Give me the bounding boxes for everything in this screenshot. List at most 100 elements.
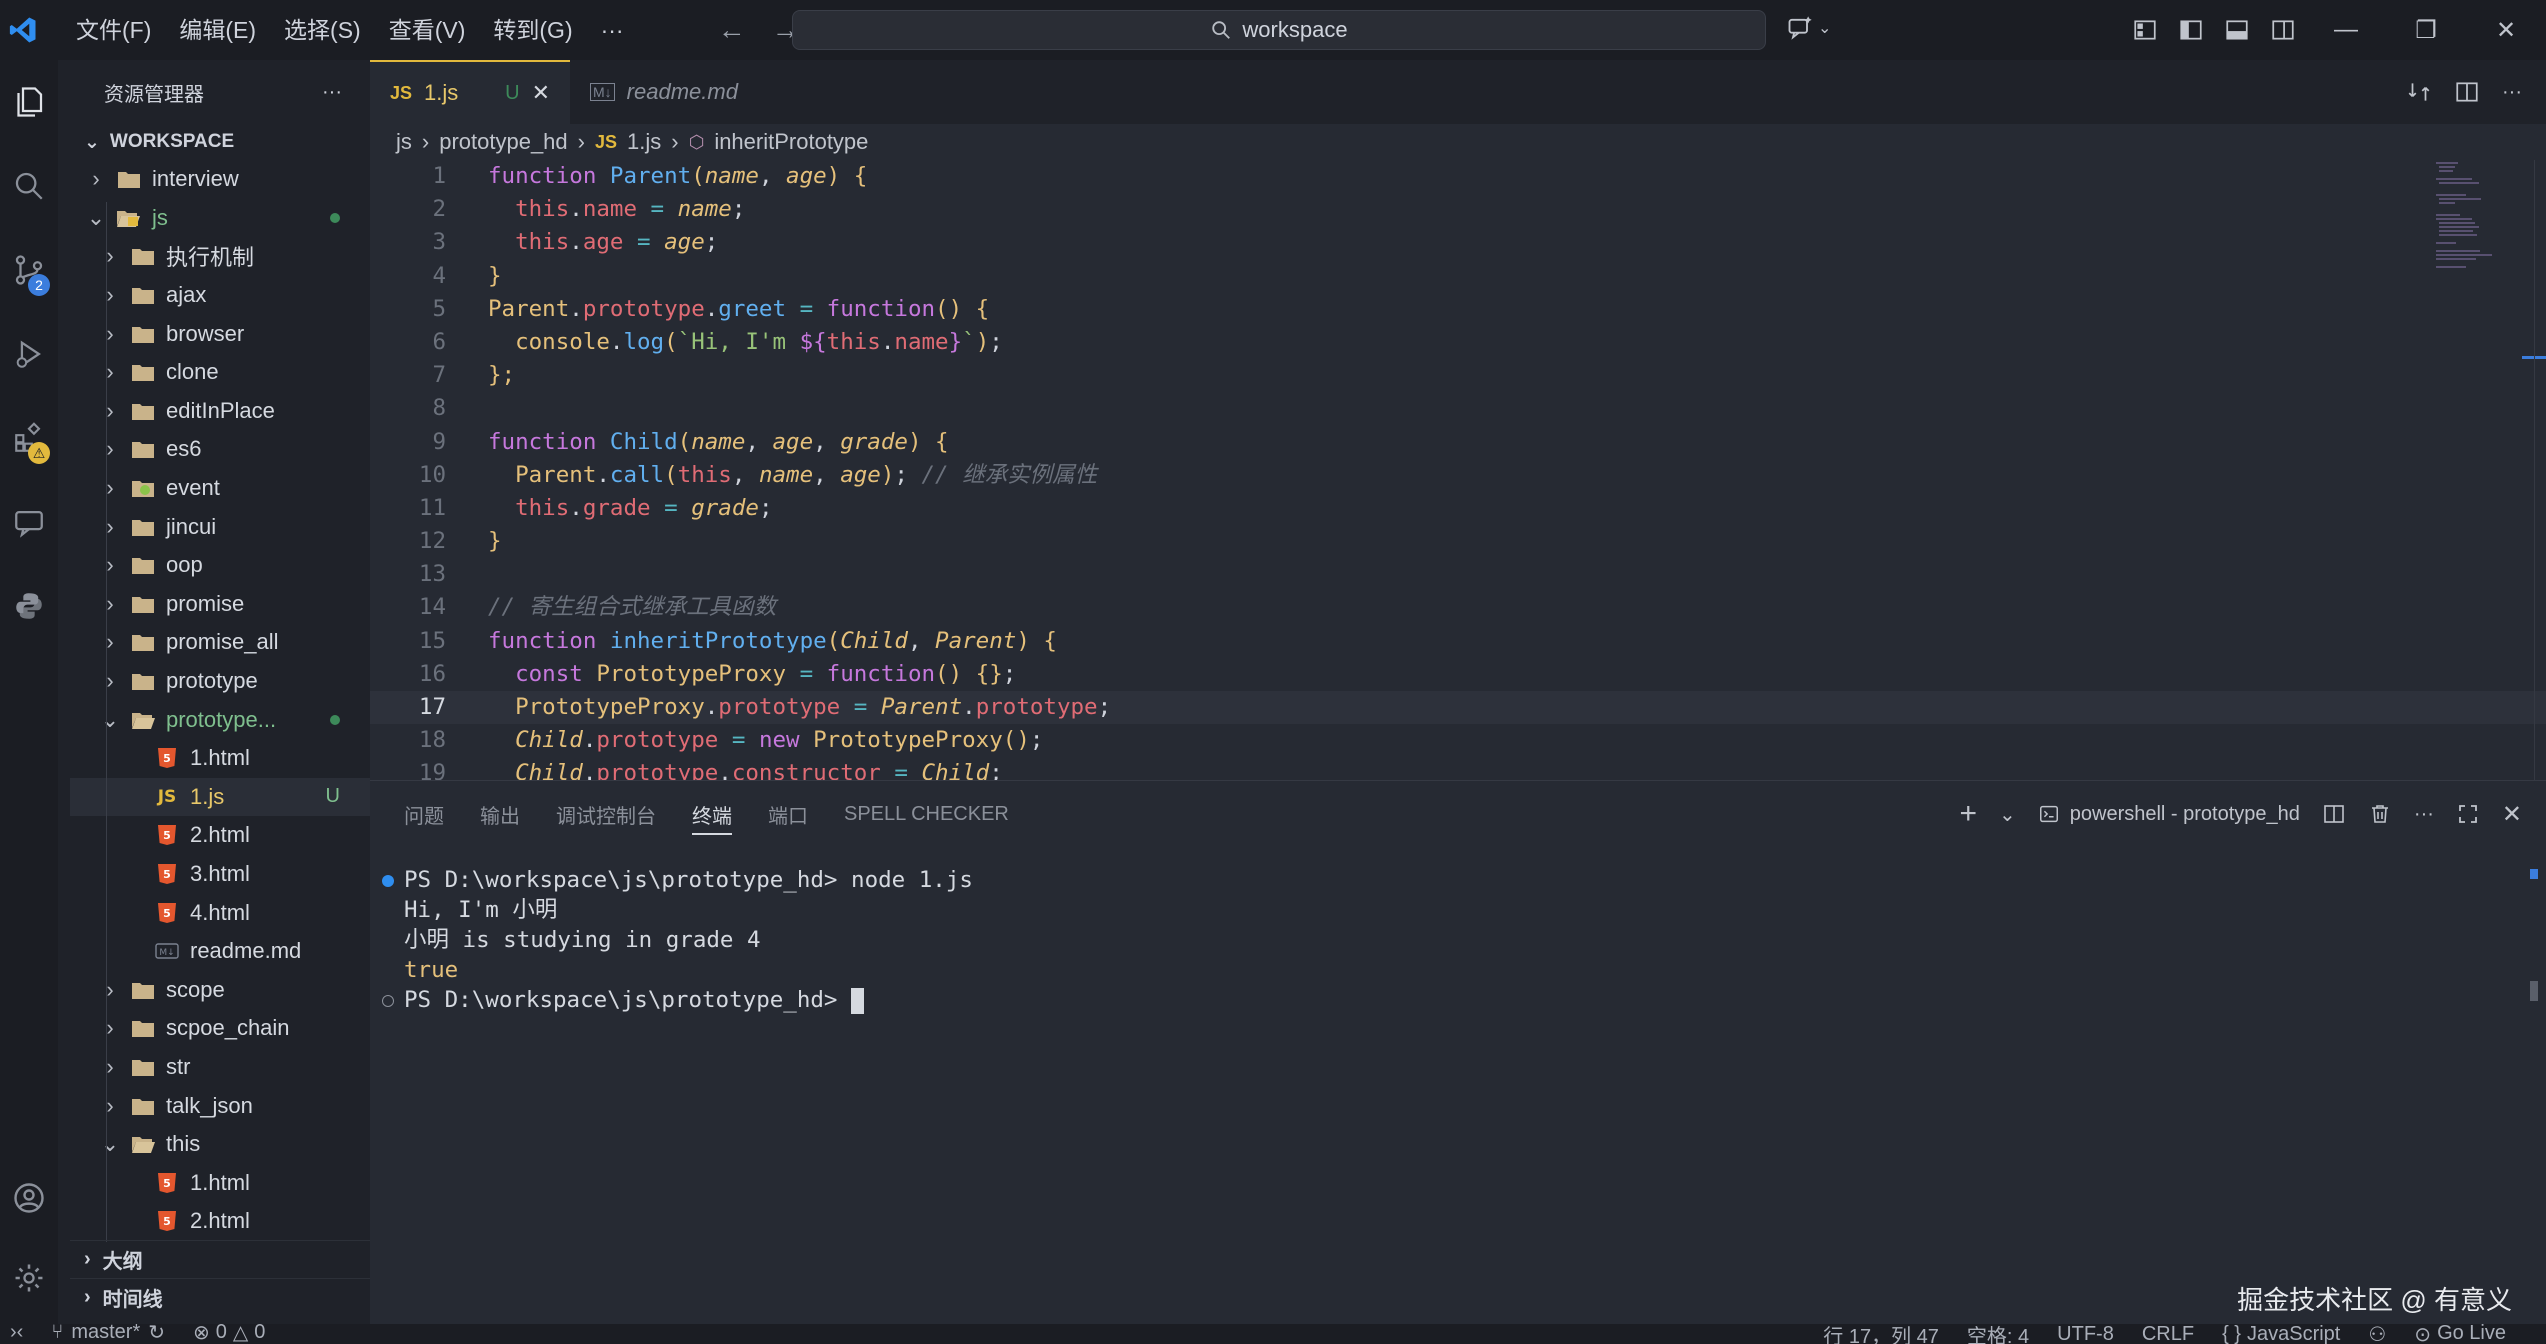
more-actions-icon[interactable]: ··· bbox=[2502, 81, 2522, 104]
indentation[interactable]: 空格: 4 bbox=[1967, 1324, 2029, 1344]
tree-item[interactable]: › prototype bbox=[70, 662, 370, 701]
line-ending[interactable]: CRLF bbox=[2142, 1324, 2194, 1344]
more-actions-icon[interactable]: ··· bbox=[2414, 803, 2434, 826]
source-control-icon[interactable]: 2 bbox=[0, 228, 58, 312]
breadcrumb-item[interactable]: prototype_hd bbox=[439, 129, 567, 155]
menu-item[interactable]: 编辑(E) bbox=[165, 0, 270, 60]
tree-item[interactable]: › ajax bbox=[70, 276, 370, 315]
extensions-icon[interactable]: ⚠ bbox=[0, 396, 58, 480]
toggle-secondary-sidebar-icon[interactable] bbox=[2260, 0, 2306, 60]
tree-item[interactable]: 5 1.html bbox=[70, 739, 370, 778]
status-bar: ›‹ ⑂ master* ↻ ⊗ 0 △ 0 行 17，列 47 空格: 4 U… bbox=[0, 1324, 2546, 1344]
command-center-search[interactable]: workspace bbox=[792, 10, 1766, 50]
tab-readme-md[interactable]: M↓ readme.md bbox=[570, 60, 770, 124]
close-icon[interactable]: ✕ bbox=[532, 80, 550, 106]
tree-item[interactable]: 5 2.html bbox=[70, 816, 370, 855]
accounts-icon[interactable] bbox=[0, 1156, 58, 1240]
language-mode[interactable]: { } JavaScript bbox=[2222, 1324, 2340, 1344]
copilot-chat-button[interactable]: ⌄ bbox=[1786, 14, 1831, 42]
terminal-selector[interactable]: powershell - prototype_hd bbox=[2038, 803, 2300, 826]
tree-item[interactable]: › editInPlace bbox=[70, 392, 370, 431]
run-debug-icon[interactable] bbox=[0, 312, 58, 396]
menu-item[interactable]: 选择(S) bbox=[270, 0, 375, 60]
tree-item[interactable]: › promise_all bbox=[70, 623, 370, 662]
new-terminal-icon[interactable]: + bbox=[1959, 797, 1977, 831]
minimize-icon[interactable]: — bbox=[2306, 0, 2386, 60]
menu-item[interactable]: ··· bbox=[587, 0, 638, 60]
tree-item[interactable]: › str bbox=[70, 1048, 370, 1087]
toggle-panel-icon[interactable] bbox=[2214, 0, 2260, 60]
chevron-right-icon: › bbox=[106, 397, 114, 423]
branch-indicator[interactable]: ⑂ master* ↻ bbox=[51, 1324, 165, 1344]
toggle-sidebar-icon[interactable] bbox=[2168, 0, 2214, 60]
breadcrumb-item[interactable]: 1.js bbox=[627, 129, 661, 155]
problems-indicator[interactable]: ⊗ 0 △ 0 bbox=[193, 1324, 265, 1344]
settings-gear-icon[interactable] bbox=[0, 1236, 58, 1320]
remote-icon[interactable]: ›‹ bbox=[10, 1324, 23, 1344]
tree-item[interactable]: ⌄ this bbox=[70, 1125, 370, 1164]
tree-item[interactable]: › clone bbox=[70, 353, 370, 392]
terminal-output[interactable]: PS D:\workspace\js\prototype_hd> node 1.… bbox=[370, 865, 2520, 1015]
timeline-section[interactable]: › 时间线 bbox=[70, 1278, 370, 1316]
encoding[interactable]: UTF-8 bbox=[2057, 1324, 2114, 1344]
split-editor-icon[interactable] bbox=[2454, 79, 2480, 105]
tree-item[interactable]: 5 2.html bbox=[70, 1202, 370, 1241]
chevron-down-icon[interactable]: ⌄ bbox=[1999, 802, 2016, 827]
tree-item[interactable]: 5 4.html bbox=[70, 893, 370, 932]
tree-item[interactable]: › jincui bbox=[70, 507, 370, 546]
customize-layout-icon[interactable] bbox=[2122, 0, 2168, 60]
menu-item[interactable]: 查看(V) bbox=[375, 0, 480, 60]
trash-icon[interactable] bbox=[2368, 802, 2392, 826]
compare-changes-icon[interactable] bbox=[2406, 79, 2432, 105]
terminal-scrollbar-thumb[interactable] bbox=[2530, 981, 2538, 1001]
minimap[interactable] bbox=[2434, 160, 2498, 280]
more-actions-icon[interactable]: ··· bbox=[322, 81, 342, 104]
tree-item[interactable]: › browser bbox=[70, 314, 370, 353]
workspace-header[interactable]: ⌄ WORKSPACE bbox=[70, 124, 370, 160]
outline-section[interactable]: › 大纲 bbox=[70, 1240, 370, 1278]
python-icon[interactable] bbox=[0, 564, 58, 648]
tree-item[interactable]: › event bbox=[70, 469, 370, 508]
back-arrow-icon[interactable]: ← bbox=[718, 14, 746, 46]
close-panel-icon[interactable]: ✕ bbox=[2502, 800, 2522, 829]
tree-item[interactable]: › oop bbox=[70, 546, 370, 585]
tree-item[interactable]: M↓ readme.md bbox=[70, 932, 370, 971]
panel-tab[interactable]: 问题 bbox=[404, 781, 444, 847]
code-editor[interactable]: 1 function Parent(name, age) {2 this.name… bbox=[370, 160, 2546, 780]
copilot-icon[interactable]: ⚇ bbox=[2368, 1324, 2386, 1344]
maximize-panel-icon[interactable] bbox=[2456, 802, 2480, 826]
tree-item[interactable]: › promise bbox=[70, 585, 370, 624]
explorer-icon[interactable] bbox=[0, 60, 58, 144]
git-status: U bbox=[325, 785, 340, 808]
tab-1-js[interactable]: JS 1.js U ✕ bbox=[370, 60, 570, 124]
split-terminal-icon[interactable] bbox=[2322, 802, 2346, 826]
breadcrumb-item[interactable]: js bbox=[396, 129, 412, 155]
search-icon[interactable] bbox=[0, 144, 58, 228]
panel-tab[interactable]: SPELL CHECKER bbox=[844, 781, 1009, 847]
breadcrumb-item[interactable]: inheritPrototype bbox=[714, 129, 868, 155]
panel-tab[interactable]: 输出 bbox=[480, 781, 520, 847]
tree-item[interactable]: › es6 bbox=[70, 430, 370, 469]
cursor-position[interactable]: 行 17，列 47 bbox=[1823, 1324, 1939, 1344]
tree-item[interactable]: › talk_json bbox=[70, 1086, 370, 1125]
remote-chat-icon[interactable] bbox=[0, 480, 58, 564]
close-window-icon[interactable]: ✕ bbox=[2466, 0, 2546, 60]
tree-item[interactable]: 5 1.html bbox=[70, 1163, 370, 1202]
tree-item[interactable]: 5 3.html bbox=[70, 855, 370, 894]
go-live-button[interactable]: ⊙ Go Live bbox=[2414, 1324, 2506, 1344]
tree-item[interactable]: ⌄ js bbox=[70, 199, 370, 238]
tree-item[interactable]: ⌄ prototype... bbox=[70, 700, 370, 739]
tree-item[interactable]: JS 1.js U bbox=[70, 777, 370, 817]
panel-tab[interactable]: 调试控制台 bbox=[556, 781, 656, 847]
restore-icon[interactable]: ❐ bbox=[2386, 0, 2466, 60]
tree-item-label: es6 bbox=[166, 436, 202, 462]
tree-item[interactable]: › interview bbox=[70, 160, 370, 199]
panel-tab[interactable]: 终端 bbox=[692, 781, 732, 847]
tree-item[interactable]: › scpoe_chain bbox=[70, 1009, 370, 1048]
menu-item[interactable]: 转到(G) bbox=[479, 0, 586, 60]
menu-item[interactable]: 文件(F) bbox=[62, 0, 165, 60]
tree-item[interactable]: › 执行机制 bbox=[70, 237, 370, 276]
editor-scrollbar[interactable] bbox=[2534, 160, 2546, 780]
panel-tab[interactable]: 端口 bbox=[768, 781, 808, 847]
tree-item[interactable]: › scope bbox=[70, 970, 370, 1009]
